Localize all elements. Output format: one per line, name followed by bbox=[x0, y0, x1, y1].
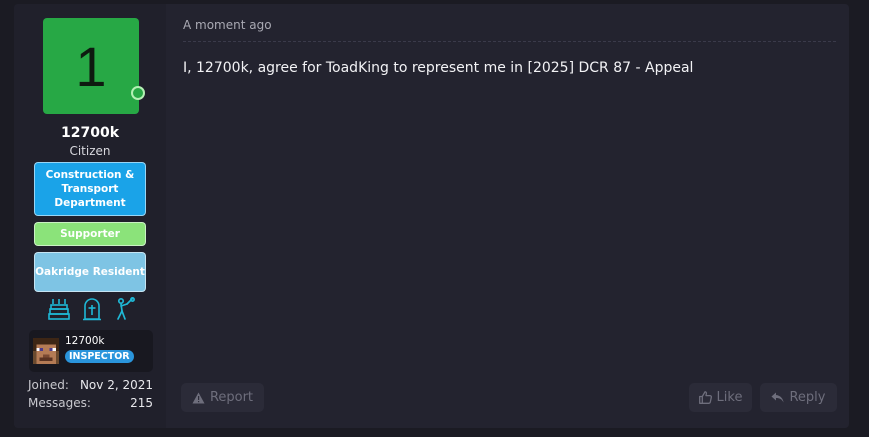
post-timestamp[interactable]: A moment ago bbox=[183, 18, 272, 32]
reply-label: Reply bbox=[789, 390, 826, 405]
minecraft-rank-badge: INSPECTOR bbox=[65, 350, 134, 363]
cake-icon[interactable] bbox=[48, 297, 70, 321]
joined-value: Nov 2, 2021 bbox=[79, 378, 153, 392]
reply-button[interactable]: Reply bbox=[760, 383, 837, 412]
post-content: A moment ago I, 12700k, agree for ToadKi… bbox=[166, 4, 849, 428]
user-title: Citizen bbox=[69, 144, 111, 158]
user-info-column: 1 12700k Citizen Construction & Transpor… bbox=[14, 4, 166, 428]
banner-oakridge-resident: Oakridge Resident bbox=[34, 252, 146, 292]
messages-label: Messages: bbox=[28, 396, 91, 410]
report-button[interactable]: Report bbox=[181, 383, 264, 412]
joined-label: Joined: bbox=[28, 378, 69, 392]
user-stats: Joined: Nov 2, 2021 Messages: 215 bbox=[28, 378, 153, 414]
minecraft-card: 12700k INSPECTOR bbox=[29, 330, 153, 372]
avatar[interactable]: 1 bbox=[43, 18, 139, 114]
trophy-icons bbox=[48, 296, 136, 322]
thumbs-up-icon bbox=[698, 391, 712, 404]
post-message: I, 12700k, agree for ToadKing to represe… bbox=[183, 60, 694, 76]
username[interactable]: 12700k bbox=[14, 125, 166, 141]
online-status-icon bbox=[131, 86, 145, 100]
reply-icon bbox=[771, 392, 784, 403]
minecraft-head-icon bbox=[33, 338, 59, 364]
messages-value[interactable]: 215 bbox=[130, 396, 153, 414]
like-label: Like bbox=[716, 390, 743, 405]
avatar-letter: 1 bbox=[75, 34, 107, 98]
gravestone-icon[interactable] bbox=[81, 297, 103, 321]
banner-supporter: Supporter bbox=[34, 222, 146, 246]
worker-icon[interactable] bbox=[114, 297, 136, 321]
warning-icon bbox=[192, 392, 205, 403]
post-card: 1 12700k Citizen Construction & Transpor… bbox=[14, 4, 849, 428]
post-header-divider bbox=[183, 41, 836, 42]
like-button[interactable]: Like bbox=[689, 383, 752, 412]
report-label: Report bbox=[209, 390, 254, 405]
minecraft-username: 12700k bbox=[65, 335, 105, 347]
banner-construction-transport: Construction & Transport Department bbox=[34, 162, 146, 216]
